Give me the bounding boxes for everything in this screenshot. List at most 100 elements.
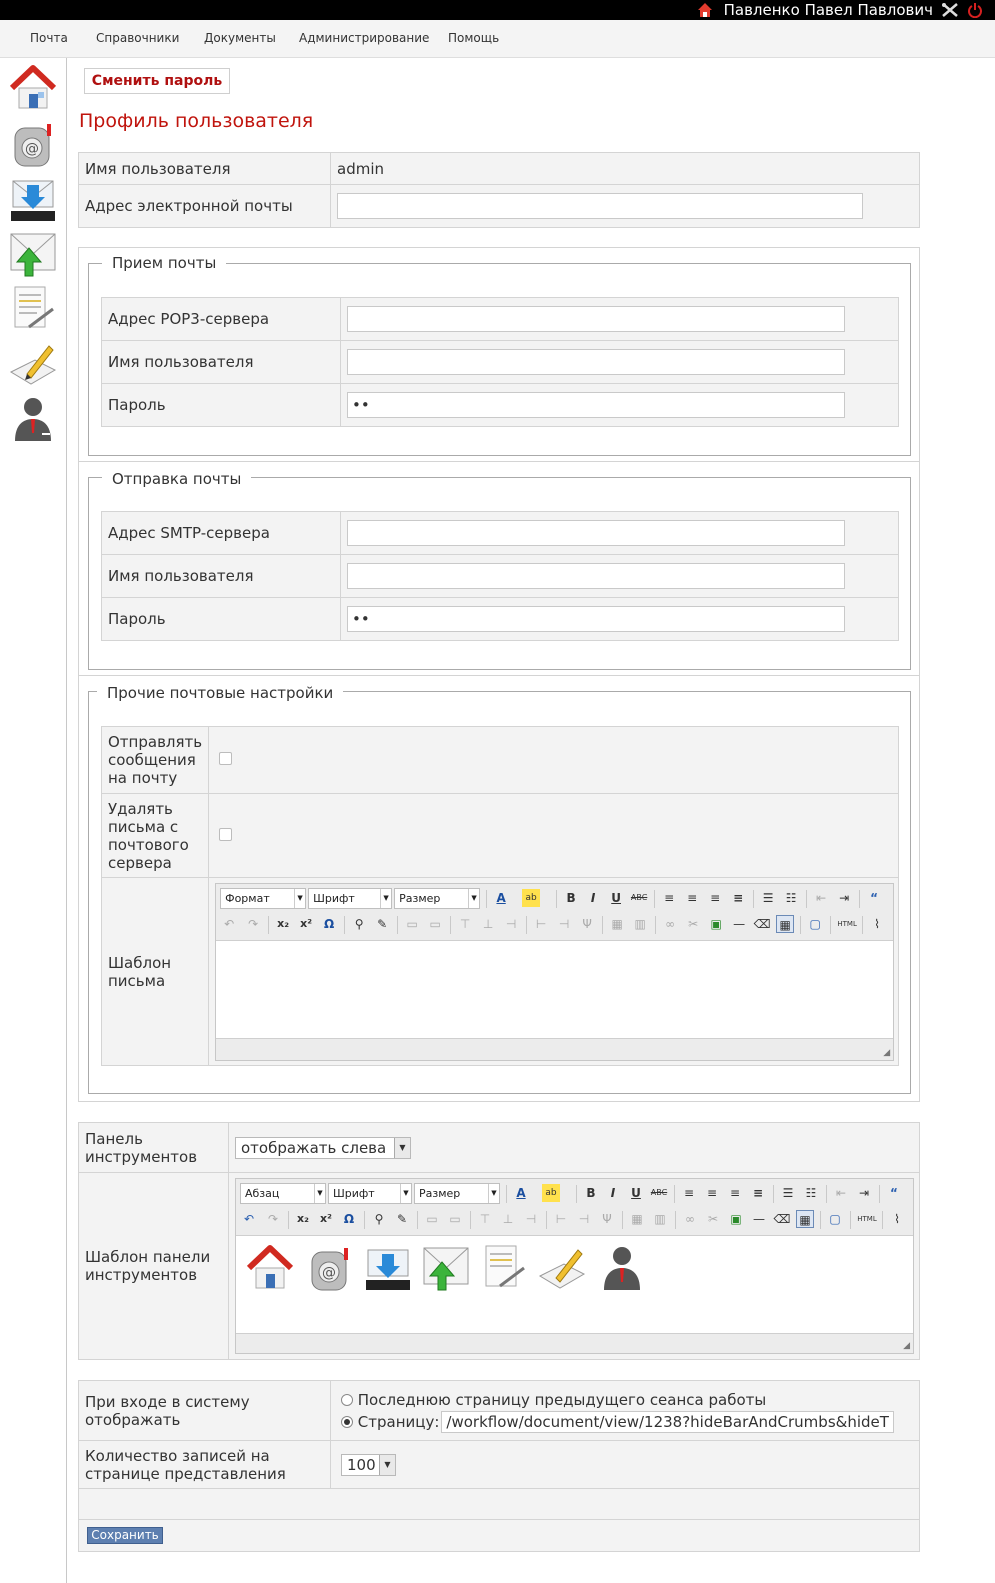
menu-item-documents[interactable]: Документы: [204, 31, 276, 45]
subscript-icon[interactable]: x₂: [274, 915, 292, 933]
delete-col-icon[interactable]: Ψ: [578, 915, 596, 933]
unlink-icon[interactable]: ✂: [704, 1210, 722, 1228]
italic-icon[interactable]: I: [604, 1184, 622, 1202]
superscript-icon[interactable]: x²: [297, 915, 315, 933]
html-source-icon[interactable]: HTML: [836, 915, 858, 933]
unlink-icon[interactable]: ✂: [684, 915, 702, 933]
pop3-server-field[interactable]: [347, 306, 845, 332]
italic-icon[interactable]: I: [584, 889, 602, 907]
bullet-list-icon[interactable]: ☰: [759, 889, 777, 907]
table-row-icon[interactable]: ▭: [423, 1210, 441, 1228]
insert-col-before-icon[interactable]: ⊢: [532, 915, 550, 933]
highlight-icon[interactable]: ab: [542, 1184, 560, 1202]
align-right-icon[interactable]: ≡: [726, 1184, 744, 1202]
resize-grip-icon[interactable]: ◢: [883, 1048, 890, 1058]
delete-row-icon[interactable]: ⊣: [502, 915, 520, 933]
align-justify-icon[interactable]: ≡: [749, 1184, 767, 1202]
special-char-icon[interactable]: Ω: [320, 915, 338, 933]
home-icon[interactable]: [697, 2, 713, 18]
email-field[interactable]: [337, 193, 863, 219]
split-cells-icon[interactable]: ▦: [628, 1210, 646, 1228]
font-select[interactable]: Шрифт ▼: [308, 888, 393, 909]
font-size-select[interactable]: Размер шрифта ▼: [414, 1183, 500, 1204]
toolbar-template-content[interactable]: @: [236, 1235, 913, 1334]
find-icon[interactable]: ⚲: [350, 915, 368, 933]
numbered-list-icon[interactable]: ☷: [782, 889, 800, 907]
image-icon[interactable]: ▣: [727, 1210, 745, 1228]
align-center-icon[interactable]: ≡: [703, 1184, 721, 1202]
menu-item-administration[interactable]: Администрирование: [299, 31, 429, 45]
menu-item-help[interactable]: Помощь: [448, 31, 499, 45]
send-mail-icon[interactable]: [9, 230, 57, 278]
highlight-icon[interactable]: ab: [522, 889, 541, 907]
visual-aid-icon[interactable]: ▦: [776, 915, 795, 933]
inbox-download-icon[interactable]: [9, 175, 57, 223]
visual-aid-icon[interactable]: ▦: [796, 1210, 814, 1228]
font-select[interactable]: Шрифт ▼: [328, 1183, 412, 1204]
attach-icon[interactable]: ⌇: [868, 915, 886, 933]
smtp-password-field[interactable]: [347, 606, 845, 632]
table-row-icon[interactable]: ▭: [403, 915, 421, 933]
indent-icon[interactable]: ⇥: [855, 1184, 873, 1202]
bold-icon[interactable]: B: [582, 1184, 600, 1202]
insert-col-after-icon[interactable]: ⊣: [555, 915, 573, 933]
special-char-icon[interactable]: Ω: [340, 1210, 358, 1228]
horizontal-rule-icon[interactable]: —: [750, 1210, 768, 1228]
eraser-icon[interactable]: ⌫: [773, 1210, 791, 1228]
outdent-icon[interactable]: ⇤: [812, 889, 830, 907]
send-mail-icon[interactable]: [422, 1244, 470, 1292]
blockquote-icon[interactable]: “: [865, 889, 883, 907]
format-select[interactable]: Формат ▼: [220, 888, 307, 909]
blockquote-icon[interactable]: “: [885, 1184, 903, 1202]
mailbox-icon[interactable]: @: [306, 1244, 354, 1292]
text-color-icon[interactable]: A: [512, 1184, 530, 1202]
indent-icon[interactable]: ⇥: [835, 889, 853, 907]
split-cells-icon[interactable]: ▦: [608, 915, 626, 933]
user-icon[interactable]: [598, 1244, 646, 1292]
align-left-icon[interactable]: ≡: [660, 889, 678, 907]
superscript-icon[interactable]: x²: [317, 1210, 335, 1228]
menu-item-mail[interactable]: Почта: [30, 31, 68, 45]
delete-from-server-checkbox[interactable]: [219, 827, 233, 841]
tools-icon[interactable]: [941, 2, 959, 18]
page-radio[interactable]: [341, 1416, 353, 1428]
document-icon[interactable]: [480, 1244, 528, 1292]
document-icon[interactable]: [9, 285, 57, 333]
menu-item-directories[interactable]: Справочники: [96, 31, 179, 45]
strikethrough-icon[interactable]: ABC: [630, 889, 648, 907]
last-page-radio[interactable]: [341, 1394, 353, 1406]
undo-icon[interactable]: ↶: [220, 915, 238, 933]
replace-icon[interactable]: ✎: [373, 915, 391, 933]
change-password-button[interactable]: Сменить пароль: [84, 68, 230, 94]
align-center-icon[interactable]: ≡: [683, 889, 701, 907]
start-page-url-field[interactable]: [441, 1410, 895, 1433]
align-right-icon[interactable]: ≡: [706, 889, 724, 907]
insert-row-after-icon[interactable]: ⊥: [499, 1210, 517, 1228]
insert-row-before-icon[interactable]: ⊤: [456, 915, 474, 933]
table-col-icon[interactable]: ▭: [446, 1210, 464, 1228]
table-col-icon[interactable]: ▭: [426, 915, 444, 933]
underline-icon[interactable]: U: [607, 889, 625, 907]
inbox-download-icon[interactable]: [364, 1244, 412, 1292]
records-per-page-select[interactable]: 100 ▼: [341, 1453, 396, 1476]
eraser-icon[interactable]: ⌫: [753, 915, 771, 933]
bold-icon[interactable]: B: [562, 889, 580, 907]
login-option-page[interactable]: Страницу:: [341, 1410, 913, 1433]
insert-col-before-icon[interactable]: ⊢: [552, 1210, 570, 1228]
font-size-select[interactable]: Размер шрифта ▼: [394, 888, 481, 909]
login-option-last-page[interactable]: Последнюю страницу предыдущего сеанса ра…: [341, 1389, 913, 1411]
strikethrough-icon[interactable]: ABC: [650, 1184, 668, 1202]
user-icon[interactable]: [9, 395, 57, 443]
merge-cells-icon[interactable]: ▥: [651, 1210, 669, 1228]
numbered-list-icon[interactable]: ☷: [802, 1184, 820, 1202]
merge-cells-icon[interactable]: ▥: [631, 915, 649, 933]
resize-grip-icon[interactable]: ◢: [903, 1341, 910, 1351]
save-button[interactable]: Сохранить: [87, 1527, 163, 1544]
find-icon[interactable]: ⚲: [370, 1210, 388, 1228]
smtp-server-field[interactable]: [347, 520, 845, 546]
fullscreen-icon[interactable]: ▢: [826, 1210, 844, 1228]
outdent-icon[interactable]: ⇤: [832, 1184, 850, 1202]
align-justify-icon[interactable]: ≡: [729, 889, 747, 907]
home-icon[interactable]: [246, 1244, 294, 1292]
delete-col-icon[interactable]: Ψ: [598, 1210, 616, 1228]
